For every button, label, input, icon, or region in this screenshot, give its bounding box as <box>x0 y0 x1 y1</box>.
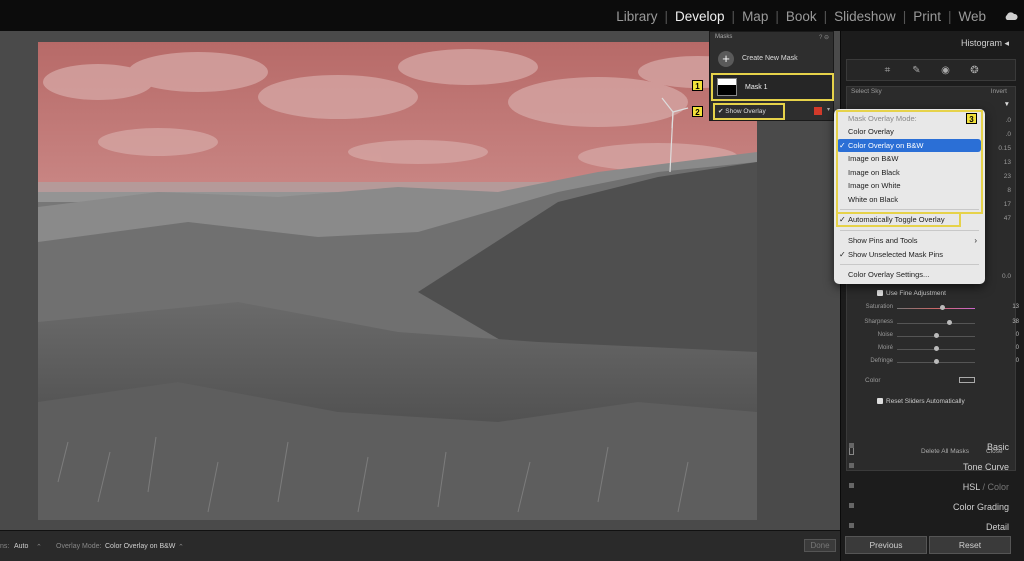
menu-item-overlay-settings[interactable]: Color Overlay Settings... <box>834 268 985 281</box>
auto-chevron-icon: ⌃ <box>36 544 42 551</box>
value-2: .0 <box>1005 131 1011 138</box>
noise-slider[interactable]: Noise 0 <box>855 331 1019 341</box>
defringe-slider[interactable]: Defringe 0 <box>855 357 1019 367</box>
overlay-mode-select[interactable]: Color Overlay on B&W <box>105 543 175 550</box>
color-grading-header[interactable]: Color Grading <box>845 498 1021 516</box>
show-overlay-checkbox[interactable]: ✔ Show Overlay <box>713 103 785 120</box>
checkbox-icon <box>877 398 883 404</box>
reset-button[interactable]: Reset <box>929 536 1011 554</box>
module-picker-bar: Library | Develop | Map | Book | Slideshow | … <box>0 0 1024 31</box>
basic-header[interactable]: Basic <box>845 438 1021 456</box>
overlay-mode-menu: Mask Overlay Mode: Color Overlay ✓ Color … <box>834 109 985 284</box>
effect-collapse-icon[interactable]: ▼ <box>1004 101 1010 108</box>
auto-select[interactable]: Auto <box>14 543 28 550</box>
module-nav: Library | Develop | Map | Book | Slideshow | … <box>614 9 988 24</box>
menu-divider <box>840 264 979 265</box>
tone-curve-header[interactable]: Tone Curve <box>845 458 1021 476</box>
masks-panel: Masks ? ⊖ + Create New Mask Mask 1 ✔ Sho… <box>709 31 834 121</box>
saturation-slider[interactable]: Saturation 13 <box>855 303 1019 313</box>
plus-icon: + <box>718 51 734 67</box>
value-6: 8 <box>1007 187 1011 194</box>
mask-thumbnail <box>717 78 737 96</box>
value-4: 13 <box>1003 159 1011 166</box>
reset-sliders-checkbox[interactable]: Reset Sliders Automatically <box>877 398 965 405</box>
invert-checkbox[interactable]: Invert <box>991 88 1007 95</box>
overlay-options-caret-icon[interactable]: ▾ <box>827 106 830 113</box>
overlay-row: ✔ Show Overlay ▾ <box>711 103 834 120</box>
masks-panel-controls-icon[interactable]: ? ⊖ <box>819 34 829 41</box>
module-book[interactable]: Book <box>784 9 819 24</box>
value-3: 0.15 <box>998 145 1011 152</box>
value-7: 17 <box>1003 201 1011 208</box>
done-button[interactable]: Done <box>804 539 836 552</box>
module-library[interactable]: Library <box>614 9 659 24</box>
menu-divider <box>840 230 979 231</box>
color-swatch[interactable] <box>959 377 975 383</box>
toolbar-bottom: ns: Auto ⌃ Overlay Mode: Color Overlay o… <box>0 530 840 561</box>
callout-badge-1: 1 <box>692 80 703 91</box>
lightroom-window: Library | Develop | Map | Book | Slideshow | … <box>0 0 1024 561</box>
value-9: 0.0 <box>1001 273 1011 280</box>
menu-item-show-unselected-pins[interactable]: ✓ Show Unselected Mask Pins <box>834 248 985 261</box>
previous-button[interactable]: Previous <box>845 536 927 554</box>
checkbox-icon <box>877 290 883 296</box>
slider-knob[interactable] <box>934 333 939 338</box>
auto-label: ns: <box>0 543 10 550</box>
landscape-photo <box>38 42 757 520</box>
use-fine-adjustment-checkbox[interactable]: Use Fine Adjustment <box>877 290 946 297</box>
color-label: Color <box>865 377 881 384</box>
value-1: .0 <box>1005 117 1011 124</box>
module-web[interactable]: Web <box>956 9 988 24</box>
moire-slider[interactable]: Moiré 0 <box>855 344 1019 354</box>
healing-icon[interactable]: ✎ <box>911 65 922 76</box>
histogram-header[interactable]: Histogram ◂ <box>845 34 1021 52</box>
mask-1-label: Mask 1 <box>745 84 768 91</box>
value-8: 47 <box>1003 215 1011 222</box>
tool-strip: ⌗ ✎ ◉ ❂ <box>846 59 1016 81</box>
sharpness-slider[interactable]: Sharpness 38 <box>855 318 1019 328</box>
select-sky-label: Select Sky <box>851 88 882 95</box>
red-eye-icon[interactable]: ◉ <box>940 65 951 76</box>
detail-header[interactable]: Detail <box>845 518 1021 536</box>
histogram-title: Histogram <box>960 38 1002 48</box>
module-develop[interactable]: Develop <box>673 9 727 24</box>
highlight-outline-auto-toggle <box>836 212 961 227</box>
module-map[interactable]: Map <box>740 9 770 24</box>
photo-canvas[interactable] <box>38 42 757 520</box>
create-new-mask-button[interactable]: + Create New Mask <box>710 46 833 72</box>
slider-knob[interactable] <box>940 305 945 310</box>
masking-icon[interactable]: ❂ <box>969 65 980 76</box>
checkmark-icon: ✓ <box>839 250 846 259</box>
callout-badge-2: 2 <box>692 106 703 117</box>
highlight-outline-modes <box>836 110 983 214</box>
module-slideshow[interactable]: Slideshow <box>832 9 898 24</box>
overlay-color-swatch[interactable] <box>814 107 822 115</box>
cloud-sync-icon[interactable] <box>1004 12 1018 21</box>
slider-knob[interactable] <box>934 346 939 351</box>
overlay-mode-chevron-icon: ⌃ <box>178 544 184 551</box>
slider-knob[interactable] <box>947 320 952 325</box>
overlay-mode-label: Overlay Mode: <box>56 543 102 550</box>
callout-badge-3: 3 <box>966 113 977 124</box>
slider-knob[interactable] <box>934 359 939 364</box>
mask-1-item[interactable]: Mask 1 <box>711 73 834 101</box>
masks-title: Masks <box>715 34 733 40</box>
hsl-color-header[interactable]: HSL / Color <box>845 478 1021 496</box>
module-print[interactable]: Print <box>911 9 943 24</box>
menu-item-show-pins[interactable]: Show Pins and Tools › <box>834 234 985 247</box>
value-5: 23 <box>1003 173 1011 180</box>
submenu-arrow-icon: › <box>974 236 977 245</box>
crop-icon[interactable]: ⌗ <box>882 65 893 76</box>
